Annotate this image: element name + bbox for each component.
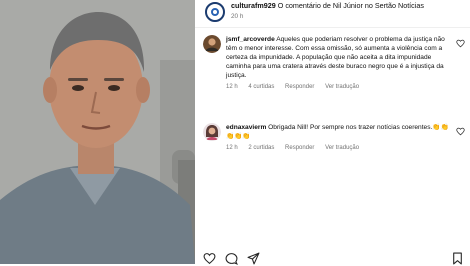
- post-media[interactable]: [0, 0, 195, 264]
- post-header: culturafm929 O comentário de Nil Júnior …: [203, 0, 465, 28]
- heart-icon[interactable]: [456, 39, 465, 48]
- commenter-avatar[interactable]: [203, 35, 221, 53]
- commenter-avatar[interactable]: [203, 123, 221, 141]
- post-caption-line: culturafm929 O comentário de Nil Júnior …: [231, 1, 424, 11]
- translate-button[interactable]: Ver tradução: [325, 84, 359, 90]
- comment-icon[interactable]: [225, 252, 238, 265]
- account-avatar[interactable]: [205, 2, 225, 22]
- comment-likes[interactable]: 2 curtidas: [248, 145, 274, 151]
- comment-username[interactable]: ednaxavierm: [226, 124, 266, 131]
- comment-meta: 12 h 2 curtidas Responder Ver tradução: [226, 144, 452, 153]
- post-username[interactable]: culturafm929: [231, 1, 276, 10]
- translate-button[interactable]: Ver tradução: [325, 145, 359, 151]
- post-time: 20 h: [231, 13, 244, 20]
- share-icon[interactable]: [247, 252, 260, 265]
- reply-button[interactable]: Responder: [285, 145, 314, 151]
- header-divider: [195, 27, 470, 28]
- comment-body: jsmf_arcoverde Aqueles que poderiam reso…: [226, 35, 452, 93]
- comment-username[interactable]: jsmf_arcoverde: [226, 36, 275, 43]
- comment-likes[interactable]: 4 curtidas: [248, 84, 274, 90]
- reply-button[interactable]: Responder: [285, 84, 314, 90]
- like-heart-icon[interactable]: [203, 252, 216, 265]
- comment-time: 12 h: [226, 84, 238, 91]
- comment-meta: 12 h 4 curtidas Responder Ver tradução: [226, 83, 452, 92]
- post-caption: O comentário de Nil Júnior no Sertão Not…: [277, 1, 424, 10]
- comments-panel: culturafm929 O comentário de Nil Júnior …: [195, 0, 470, 265]
- comment-body: ednaxavierm Obrigada Nill! Por sempre no…: [226, 123, 452, 153]
- bookmark-icon[interactable]: [451, 252, 464, 265]
- comment-time: 12 h: [226, 145, 238, 152]
- video-frame-illustration: [0, 0, 195, 264]
- heart-icon[interactable]: [456, 127, 465, 136]
